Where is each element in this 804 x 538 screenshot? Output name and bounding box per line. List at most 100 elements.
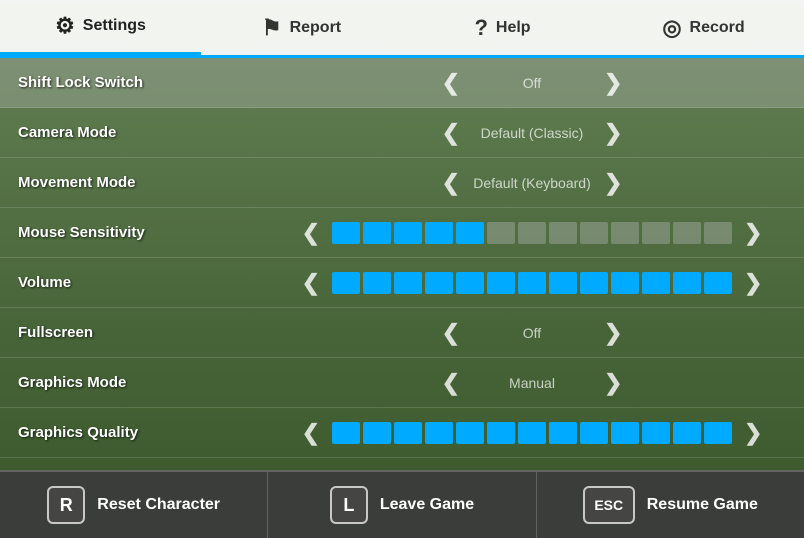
slider-segment-1 [363,422,391,444]
action-label-resume: Resume Game [647,496,758,514]
slider-segment-7 [549,272,577,294]
setting-row-fullscreen: Fullscreen ❮ Off ❯ [0,308,804,358]
slider-segment-5 [487,272,515,294]
slider-mouse-sensitivity [332,222,732,244]
slider-segment-4 [456,422,484,444]
slider-segment-12 [704,272,732,294]
slider-segment-8 [580,222,608,244]
setting-label-graphics-mode: Graphics Mode [10,374,270,391]
setting-label-shift-lock: Shift Lock Switch [10,74,270,91]
arrow-left-graphics-mode[interactable]: ❮ [438,370,464,396]
arrow-left-fullscreen[interactable]: ❮ [438,320,464,346]
setting-row-camera-mode: Camera Mode ❮ Default (Classic) ❯ [0,108,804,158]
slider-segment-4 [456,272,484,294]
nav-label-help: Help [496,19,531,37]
setting-value-graphics-mode: Manual [472,375,592,391]
nav-label-settings: Settings [83,17,146,35]
arrow-left-shift-lock[interactable]: ❮ [438,70,464,96]
setting-value-movement-mode: Default (Keyboard) [472,175,592,191]
action-reset[interactable]: R Reset Character [0,472,268,538]
setting-control-movement-mode: ❮ Default (Keyboard) ❯ [270,170,794,196]
slider-segment-4 [456,222,484,244]
arrow-right-mouse-sensitivity[interactable]: ❯ [740,220,766,246]
slider-segment-8 [580,272,608,294]
setting-row-movement-mode: Movement Mode ❮ Default (Keyboard) ❯ [0,158,804,208]
setting-control-mouse-sensitivity: ❮❯ [270,220,794,246]
slider-segment-7 [549,422,577,444]
setting-value-fullscreen: Off [472,325,592,341]
setting-label-fullscreen: Fullscreen [10,324,270,341]
report-icon: ⚑ [262,15,282,41]
setting-label-volume: Volume [10,274,270,291]
setting-control-camera-mode: ❮ Default (Classic) ❯ [270,120,794,146]
action-resume[interactable]: ESC Resume Game [537,472,804,538]
nav-item-settings[interactable]: ⚙ Settings [0,0,201,55]
arrow-right-fullscreen[interactable]: ❯ [600,320,626,346]
setting-label-graphics-quality: Graphics Quality [10,424,270,441]
settings-area: Shift Lock Switch❮Off❯Camera Mode❮Defaul… [0,58,804,470]
setting-label-mouse-sensitivity: Mouse Sensitivity [10,224,270,241]
slider-segment-2 [394,272,422,294]
main-panel: ⚙ Settings ⚑ Report? Help ◎Record Shift Lock … [0,0,804,538]
arrow-left-graphics-quality[interactable]: ❮ [298,420,324,446]
record-icon: ◎ [662,15,681,41]
setting-row-shift-lock: Shift Lock Switch❮Off❯ [0,58,804,108]
setting-control-shift-lock: ❮Off❯ [270,70,794,96]
slider-segment-11 [673,272,701,294]
arrow-right-volume[interactable]: ❯ [740,270,766,296]
setting-label-movement-mode: Movement Mode [10,174,270,191]
setting-label-camera-mode: Camera Mode [10,124,270,141]
arrow-right-graphics-quality[interactable]: ❯ [740,420,766,446]
slider-segment-1 [363,222,391,244]
slider-segment-0 [332,422,360,444]
arrow-left-movement-mode[interactable]: ❮ [438,170,464,196]
key-badge-resume: ESC [583,486,635,524]
action-label-reset: Reset Character [97,496,220,514]
setting-control-fullscreen: ❮ Off ❯ [270,320,794,346]
slider-segment-9 [611,422,639,444]
help-icon: ? [474,15,487,41]
nav-item-help[interactable]: ? Help [402,0,603,55]
slider-graphics-quality [332,422,732,444]
slider-segment-9 [611,222,639,244]
slider-segment-10 [642,222,670,244]
setting-row-graphics-mode: Graphics Mode ❮ Manual ❯ [0,358,804,408]
slider-segment-2 [394,422,422,444]
slider-segment-7 [549,222,577,244]
arrow-left-mouse-sensitivity[interactable]: ❮ [298,220,324,246]
setting-value-camera-mode: Default (Classic) [472,125,592,141]
arrow-right-graphics-mode[interactable]: ❯ [600,370,626,396]
slider-segment-10 [642,272,670,294]
slider-segment-6 [518,222,546,244]
slider-segment-9 [611,272,639,294]
arrow-left-camera-mode[interactable]: ❮ [438,120,464,146]
arrow-right-movement-mode[interactable]: ❯ [600,170,626,196]
slider-segment-10 [642,422,670,444]
nav-item-report[interactable]: ⚑ Report [201,0,402,55]
action-leave[interactable]: L Leave Game [268,472,536,538]
setting-control-graphics-mode: ❮ Manual ❯ [270,370,794,396]
setting-row-graphics-quality: Graphics Quality ❮ ❯ [0,408,804,458]
action-label-leave: Leave Game [380,496,474,514]
key-badge-leave: L [330,486,368,524]
key-badge-reset: R [47,486,85,524]
settings-icon: ⚙ [55,13,75,39]
arrow-right-shift-lock[interactable]: ❯ [600,70,626,96]
arrow-right-camera-mode[interactable]: ❯ [600,120,626,146]
nav-item-record[interactable]: ◎Record [603,0,804,55]
nav-bar: ⚙ Settings ⚑ Report? Help ◎Record [0,0,804,58]
slider-segment-8 [580,422,608,444]
slider-segment-5 [487,422,515,444]
slider-segment-12 [704,422,732,444]
arrow-left-volume[interactable]: ❮ [298,270,324,296]
slider-segment-5 [487,222,515,244]
slider-segment-3 [425,422,453,444]
action-bar: R Reset Character L Leave Game ESC Resume Gam… [0,470,804,538]
slider-segment-6 [518,272,546,294]
setting-row-volume: Volume ❮ ❯ [0,258,804,308]
slider-segment-11 [673,222,701,244]
nav-label-report: Report [290,19,342,37]
slider-segment-3 [425,272,453,294]
slider-segment-2 [394,222,422,244]
slider-volume [332,272,732,294]
